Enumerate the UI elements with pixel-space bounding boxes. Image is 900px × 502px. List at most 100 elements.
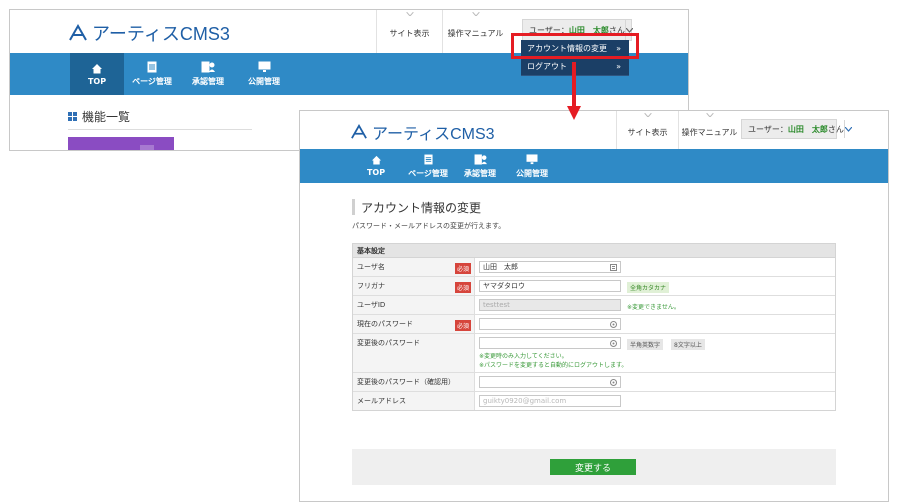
nav-top[interactable]: TOP xyxy=(70,53,124,95)
confirm-password-input[interactable] xyxy=(479,376,621,388)
user-prefix: ユーザー： xyxy=(748,124,788,134)
row-email: メールアドレス guikty0920@gmail.com xyxy=(353,392,835,410)
format-hint-badge: 全角カタカナ xyxy=(627,282,670,293)
row-userid: ユーザID testtest ※変更できません。 xyxy=(353,296,835,315)
furigana-input[interactable]: ヤマダタロウ xyxy=(479,280,621,292)
nav-publish-label: 公開管理 xyxy=(248,77,280,86)
nav-approval-label: 承認管理 xyxy=(192,77,224,86)
nav-top-label: TOP xyxy=(366,168,386,177)
required-badge: 必須 xyxy=(455,320,472,331)
manual-link[interactable]: 操作マニュアル xyxy=(678,111,740,149)
logo[interactable]: アーティスCMS3 xyxy=(350,120,495,144)
nav-publish[interactable]: 公開管理 xyxy=(506,149,558,183)
home-icon xyxy=(92,63,102,73)
nav-approval[interactable]: 承認管理 xyxy=(180,53,236,95)
divider xyxy=(68,129,252,130)
new-password-note-1: ※変更時のみ入力してください。 xyxy=(479,353,568,360)
document-icon xyxy=(423,154,433,164)
furigana-label: フリガナ xyxy=(357,282,385,290)
manual-label: 操作マニュアル xyxy=(447,29,504,38)
grid-icon xyxy=(68,112,77,121)
nav-pages-label: ページ管理 xyxy=(408,168,448,178)
chevron-down-icon xyxy=(644,113,651,117)
site-view-link[interactable]: サイト表示 xyxy=(376,10,442,53)
new-password-value-cell: 半角英数字 8文字以上 ※変更時のみ入力してください。 ※パスワードを変更すると… xyxy=(475,334,835,372)
approval-icon xyxy=(474,153,487,165)
header-nav: サイト表示 操作マニュアル xyxy=(616,111,740,149)
current-password-input[interactable] xyxy=(479,318,621,330)
row-new-password: 変更後のパスワード 半角英数字 8文字以上 ※変更時のみ入力してください。 ※パ… xyxy=(353,334,835,373)
site-view-link[interactable]: サイト表示 xyxy=(616,111,678,149)
new-password-input[interactable] xyxy=(479,337,621,349)
confirm-password-value-cell xyxy=(475,373,835,391)
header: アーティスCMS3 サイト表示 操作マニュアル ユーザー：山田 太郎さん xyxy=(300,111,888,149)
username-label-cell: ユーザ名 必須 xyxy=(353,258,475,276)
chevron-down-icon xyxy=(706,113,713,117)
approval-icon xyxy=(201,61,215,73)
document-icon xyxy=(140,145,154,150)
furigana-value: ヤマダタロウ xyxy=(483,282,525,290)
nav-pages[interactable]: ページ管理 xyxy=(402,149,454,183)
username-label: ユーザ名 xyxy=(357,263,385,271)
user-label: ユーザー：山田 太郎さん xyxy=(742,124,844,135)
header-nav: サイト表示 操作マニュアル xyxy=(376,10,508,53)
required-badge: 必須 xyxy=(455,282,472,293)
format-hint-badge: 半角英数字 xyxy=(627,339,664,350)
page-description: パスワード・メールアドレスの変更が行えます。 xyxy=(352,222,506,230)
confirm-password-label: 変更後のパスワード（確認用） xyxy=(353,373,475,391)
function-list-title: 機能一覧 xyxy=(68,108,130,125)
nav-top[interactable]: TOP xyxy=(350,149,402,183)
furigana-value-cell: ヤマダタロウ 全角カタカナ xyxy=(475,277,835,295)
nav-publish[interactable]: 公開管理 xyxy=(236,53,292,95)
logo-icon xyxy=(69,24,87,41)
user-menu[interactable]: ユーザー：山田 太郎さん xyxy=(741,119,852,139)
site-view-label: サイト表示 xyxy=(389,29,430,38)
email-input[interactable]: guikty0920@gmail.com xyxy=(479,395,621,407)
manual-link[interactable]: 操作マニュアル xyxy=(442,10,508,53)
document-icon xyxy=(147,61,157,73)
required-badge: 必須 xyxy=(455,263,472,274)
userid-label: ユーザID xyxy=(353,296,475,314)
new-password-label: 変更後のパスワード xyxy=(353,334,475,372)
username-value: 山田 太郎 xyxy=(483,263,518,271)
logo-text: アーティスCMS3 xyxy=(372,126,495,143)
submit-area: 変更する xyxy=(352,449,836,485)
nav-pages[interactable]: ページ管理 xyxy=(124,53,180,95)
eye-icon[interactable] xyxy=(610,379,617,386)
site-view-label: サイト表示 xyxy=(627,127,668,137)
new-password-note-2: ※パスワードを変更すると自動的にログアウトします。 xyxy=(479,362,628,369)
chevron-down-icon[interactable] xyxy=(843,120,852,138)
nav-pages-label: ページ管理 xyxy=(132,77,172,86)
contact-card-icon xyxy=(610,264,617,271)
length-hint-badge: 8文字以上 xyxy=(671,339,705,350)
logo[interactable]: アーティスCMS3 xyxy=(68,20,230,46)
nav-top-label: TOP xyxy=(87,76,107,86)
username-value-cell: 山田 太郎 xyxy=(475,258,835,276)
nav-publish-label: 公開管理 xyxy=(516,168,548,178)
furigana-label-cell: フリガナ 必須 xyxy=(353,277,475,295)
nav-approval[interactable]: 承認管理 xyxy=(454,149,506,183)
email-label: メールアドレス xyxy=(353,392,475,410)
eye-icon[interactable] xyxy=(610,321,617,328)
userid-value: testtest xyxy=(483,301,510,309)
row-username: ユーザ名 必須 山田 太郎 xyxy=(353,258,835,277)
main-nav: TOP ページ管理 承認管理 公開管理 xyxy=(300,149,888,183)
email-value-cell: guikty0920@gmail.com xyxy=(475,392,835,410)
user-name: 山田 太郎 xyxy=(787,124,828,134)
username-input[interactable]: 山田 太郎 xyxy=(479,261,621,273)
manual-label: 操作マニュアル xyxy=(681,127,738,137)
function-list-label: 機能一覧 xyxy=(82,110,131,124)
userid-note: ※変更できません。 xyxy=(627,304,680,311)
row-furigana: フリガナ 必須 ヤマダタロウ 全角カタカナ xyxy=(353,277,835,296)
account-form: 基本設定 ユーザ名 必須 山田 太郎 フリガナ 必須 ヤマダタロウ 全角カタカナ ユ… xyxy=(352,243,836,411)
submit-button[interactable]: 変更する xyxy=(550,459,636,475)
userid-input: testtest xyxy=(479,299,621,311)
logo-text: アーティスCMS3 xyxy=(92,24,230,44)
userid-value-cell: testtest ※変更できません。 xyxy=(475,296,835,314)
current-password-label: 現在のパスワード xyxy=(357,320,413,328)
monitor-icon xyxy=(258,61,270,72)
row-current-password: 現在のパスワード 必須 xyxy=(353,315,835,334)
function-tile[interactable] xyxy=(68,137,174,150)
eye-icon[interactable] xyxy=(610,340,617,347)
highlight-box xyxy=(511,33,639,59)
